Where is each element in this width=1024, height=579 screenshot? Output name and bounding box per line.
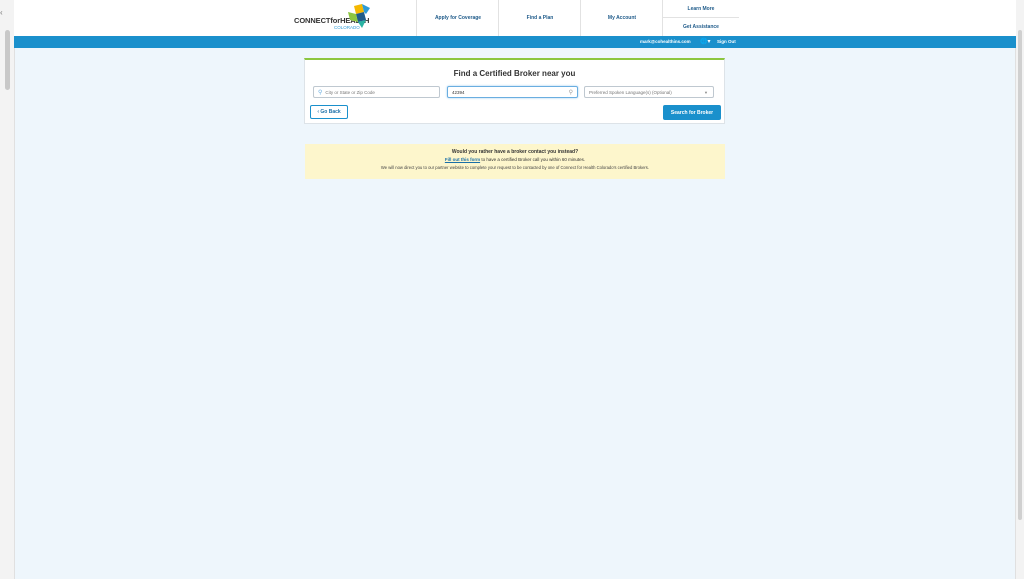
language-placeholder: Preferred Spoken Language(s) (Optional) bbox=[589, 89, 672, 95]
chevron-down-icon: ▼ bbox=[704, 90, 708, 95]
go-back-label: Go Back bbox=[320, 109, 341, 115]
globe-icon[interactable]: 🌐▾ bbox=[700, 38, 710, 45]
notice-line-2-text: to have a certified Broker call you with… bbox=[480, 157, 586, 162]
nav-my-account[interactable]: My Account bbox=[580, 0, 663, 36]
zip-value: 42394 bbox=[452, 89, 465, 95]
nav-get-assistance[interactable]: Get Assistance bbox=[663, 18, 739, 35]
language-select[interactable]: Preferred Spoken Language(s) (Optional) … bbox=[584, 86, 714, 98]
page-scrollbar[interactable] bbox=[1018, 30, 1022, 520]
card-title: Find a Certified Broker near you bbox=[453, 69, 576, 78]
broker-search-card: Find a Certified Broker near you ⚲ City … bbox=[304, 58, 725, 124]
browser-left-strip: ‹ bbox=[0, 0, 15, 579]
notice-line-3: We will now direct you to our partner we… bbox=[380, 165, 650, 170]
sign-out-link[interactable]: Sign Out bbox=[717, 39, 736, 44]
city-state-zip-input[interactable]: ⚲ City or State or Zip Code bbox=[313, 86, 440, 98]
fill-out-form-link[interactable]: Fill out this form bbox=[445, 157, 480, 162]
browser-right-strip bbox=[1015, 0, 1024, 579]
map-pin-icon: ⚲ bbox=[318, 89, 323, 96]
notice-question: Would you rather have a broker contact y… bbox=[451, 149, 579, 155]
user-email: mark@cohealthins.com bbox=[640, 39, 691, 44]
colorado-logo-icon bbox=[348, 4, 370, 28]
nav-find-a-plan[interactable]: Find a Plan bbox=[498, 0, 581, 36]
account-bar: mark@cohealthins.com 🌐▾ Sign Out bbox=[14, 36, 1016, 48]
left-scrollbar[interactable] bbox=[5, 30, 10, 90]
back-arrow-icon[interactable]: ‹ bbox=[0, 8, 3, 17]
nav-right-group: Learn More Get Assistance bbox=[662, 0, 739, 36]
site-header: CONNECTforHEALTH COLORADO Apply for Cove… bbox=[14, 0, 1016, 36]
search-broker-button[interactable]: Search for Broker bbox=[663, 105, 721, 120]
notice-line-2: Fill out this form to have a certified B… bbox=[305, 157, 725, 162]
zip-code-input[interactable]: 42394 ⚲ bbox=[447, 86, 578, 98]
broker-contact-notice: Would you rather have a broker contact y… bbox=[305, 144, 725, 179]
site-logo[interactable]: CONNECTforHEALTH COLORADO bbox=[294, 4, 394, 32]
search-icon: ⚲ bbox=[568, 90, 573, 96]
city-placeholder: City or State or Zip Code bbox=[325, 89, 375, 95]
nav-apply-for-coverage[interactable]: Apply for Coverage bbox=[416, 0, 499, 36]
go-back-button[interactable]: ‹ Go Back bbox=[310, 105, 348, 119]
nav-learn-more[interactable]: Learn More bbox=[663, 0, 739, 18]
